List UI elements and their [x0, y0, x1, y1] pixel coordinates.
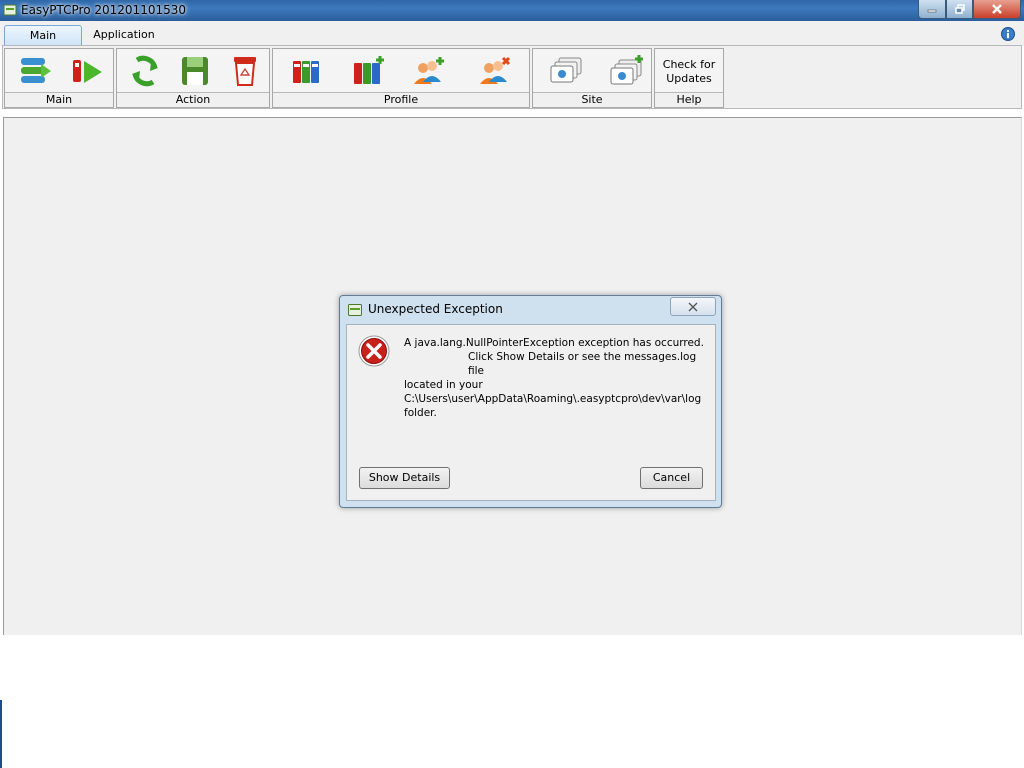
exception-dialog: Unexpected Exception A java.lang.NullPoi… — [339, 295, 722, 508]
close-icon — [992, 4, 1002, 14]
window-controls — [918, 0, 1021, 19]
group-help: Check for Updates Help — [654, 48, 724, 108]
restore-button[interactable] — [946, 0, 973, 19]
close-icon — [688, 302, 698, 311]
message-line-4: C:\Users\user\AppData\Roaming\.easyptcpr… — [404, 393, 702, 405]
window-titlebar: EasyPTCPro 201201101530 — [0, 0, 1024, 21]
minimize-button[interactable] — [918, 0, 946, 19]
tab-main[interactable]: Main — [4, 25, 82, 46]
trash-icon[interactable] — [227, 54, 263, 88]
restore-icon — [954, 4, 965, 14]
check-updates-label: Check for Updates — [657, 58, 721, 86]
dialog-app-icon — [348, 304, 362, 316]
ribbon-tabs: Main Application — [0, 21, 1024, 46]
error-message: A java.lang.NullPointerException excepti… — [404, 336, 704, 420]
group-label-main: Main — [5, 92, 113, 107]
group-label-help: Help — [655, 92, 723, 107]
app-icon — [3, 4, 17, 16]
check-updates-line1: Check for — [662, 58, 716, 71]
save-icon[interactable] — [177, 54, 213, 88]
tab-application[interactable]: Application — [88, 25, 160, 45]
error-icon — [358, 335, 390, 367]
ribbon: Main Action Profile Site Check for Updat… — [2, 45, 1022, 109]
group-main: Main — [4, 48, 114, 108]
dialog-body: A java.lang.NullPointerException excepti… — [346, 324, 716, 501]
check-updates-line2: Updates — [666, 72, 712, 85]
dialog-close-button[interactable] — [670, 297, 716, 316]
show-details-button[interactable]: Show Details — [359, 467, 450, 489]
dialog-title: Unexpected Exception — [368, 302, 503, 316]
play-icon[interactable] — [69, 54, 105, 88]
message-line-3: located in your — [404, 379, 483, 391]
window-title: EasyPTCPro 201201101530 — [21, 3, 186, 17]
cancel-button[interactable]: Cancel — [640, 467, 703, 489]
add-profile-icon[interactable] — [351, 54, 387, 88]
profiles-icon[interactable] — [289, 54, 325, 88]
group-label-profile: Profile — [273, 92, 529, 107]
edge-strip — [0, 700, 2, 768]
refresh-icon[interactable] — [127, 54, 163, 88]
close-button[interactable] — [973, 0, 1021, 19]
group-profile: Profile — [272, 48, 530, 108]
remove-user-icon[interactable] — [477, 54, 513, 88]
group-label-site: Site — [533, 92, 651, 107]
group-label-action: Action — [117, 92, 269, 107]
info-icon[interactable] — [1001, 27, 1015, 41]
message-line-5: folder. — [404, 407, 437, 419]
stack-icon[interactable] — [17, 54, 53, 88]
add-user-icon[interactable] — [411, 54, 447, 88]
sites-icon[interactable] — [549, 54, 585, 88]
check-updates-button[interactable]: Check for Updates — [655, 49, 723, 93]
group-site: Site — [532, 48, 652, 108]
message-line-2: Click Show Details or see the messages.l… — [468, 351, 697, 377]
add-site-icon[interactable] — [609, 54, 645, 88]
message-line-1: A java.lang.NullPointerException excepti… — [404, 337, 704, 349]
minimize-icon — [927, 9, 937, 13]
group-action: Action — [116, 48, 270, 108]
